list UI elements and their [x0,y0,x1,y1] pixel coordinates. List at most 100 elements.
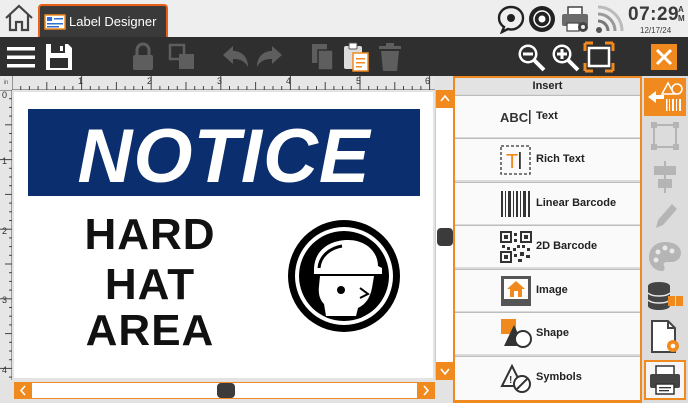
tab-label-designer[interactable]: Label Designer [38,4,168,37]
insert-item-symbols[interactable]: ! Symbols [455,356,640,400]
vertical-scroll-thumb[interactable] [437,228,453,246]
database-icon [647,282,683,310]
align-center-icon [654,161,676,193]
clock-ampm: AM [678,5,685,23]
menu-button[interactable] [5,41,37,73]
scroll-left-button[interactable] [15,383,32,398]
home-icon[interactable] [3,3,35,33]
insert-item-label: Shape [536,327,570,339]
insert-item-text[interactable]: ABC Text [455,95,640,137]
insert-tool-button[interactable] [644,78,686,116]
insert-objects-icon [648,81,683,111]
insert-item-2d-barcode[interactable]: 2D Barcode [455,225,640,267]
hamburger-menu-icon [7,47,35,68]
arrange-button[interactable] [644,118,686,156]
scroll-up-button[interactable] [436,90,454,108]
insert-item-shape[interactable]: Shape [455,312,640,354]
ruler-number: 5 [356,76,362,86]
scroll-down-button[interactable] [436,362,454,380]
chat-bubble-icon[interactable] [496,4,526,34]
insert-item-rich-text[interactable]: T Rich Text [455,138,640,180]
system-bar: Label Designer 07:29 AM 12/17/24 [0,0,688,37]
insert-item-linear-barcode[interactable]: Linear Barcode [455,182,640,224]
database-button[interactable] [644,278,686,316]
printer-settings-icon[interactable] [560,4,590,34]
insert-item-label: 2D Barcode [536,240,598,252]
ribbon-cartridge-icon[interactable] [527,4,557,34]
wifi-icon[interactable] [594,4,624,34]
app-window: Label Designer 07:29 AM 12/17/24 in 1 2 … [0,0,688,403]
insert-item-image[interactable]: Image [455,269,640,311]
fit-to-screen-button[interactable] [583,41,615,73]
label-text-line[interactable]: AREA [80,306,220,356]
save-button[interactable] [43,41,75,73]
color-button[interactable] [644,238,686,276]
clock-date: 12/17/24 [640,26,672,35]
save-disk-icon [46,44,72,70]
scroll-right-button[interactable] [417,383,434,398]
insert-item-label: Text [536,110,558,122]
ruler-number: 0 [2,90,8,100]
ruler-vertical: 0 1 2 3 4 [0,89,12,380]
group-button[interactable] [166,41,198,73]
palette-icon [649,242,681,271]
redo-button[interactable] [254,41,286,73]
insert-header: Insert [455,78,640,94]
copy-button[interactable] [307,41,339,73]
zoom-out-icon [518,44,546,72]
lock-button[interactable] [127,41,159,73]
zoom-in-button[interactable] [549,41,581,73]
label-designer-icon [44,14,66,30]
insert-item-label: Image [536,284,568,296]
horizontal-scrollbar[interactable] [14,382,435,399]
print-button[interactable] [644,360,686,400]
edit-button[interactable] [644,198,686,236]
undo-arrow-icon [223,46,248,67]
notice-text: NOTICE [77,114,371,199]
hard-hat-symbol-icon[interactable] [286,218,402,334]
notice-header[interactable]: NOTICE [28,109,420,199]
delete-button[interactable] [374,41,406,73]
horizontal-scroll-thumb[interactable] [217,383,235,398]
zoom-out-button[interactable] [515,41,547,73]
insert-item-label: Linear Barcode [536,197,617,209]
ruler-number: 2 [147,76,153,86]
label-canvas[interactable]: NOTICE HARD HAT AREA [14,92,433,378]
fit-to-screen-icon [583,41,615,73]
insert-panel: Insert ABC Text T Rich Text Linear Barco… [453,76,642,403]
svg-text:ABC: ABC [500,110,529,125]
group-objects-icon [168,43,194,69]
clock: 07:29 AM 12/17/24 [628,3,688,35]
symbols-icon: ! [500,363,531,393]
linear-barcode-icon [501,191,530,217]
align-button[interactable] [644,158,686,196]
label-text-line[interactable]: HAT [80,260,220,310]
ruler-number: 2 [2,226,8,236]
toolbar [0,37,688,76]
rich-text-icon: T [500,145,531,175]
printer-icon [650,365,680,395]
ruler-number: 1 [78,76,84,86]
qr-code-icon [500,231,532,263]
insert-item-label: Rich Text [536,153,585,165]
chevron-right-icon [423,385,430,396]
trash-icon [379,43,401,71]
tab-title: Label Designer [69,14,157,29]
ruler-corner: in [0,76,12,90]
ruler-number: 4 [2,365,8,375]
chevron-up-icon [440,94,450,102]
label-text-line[interactable]: HARD [80,210,220,260]
undo-button[interactable] [219,41,251,73]
ruler-number: 3 [217,76,223,86]
close-button[interactable] [651,44,677,70]
resize-frame-icon [651,122,679,150]
shape-icon [501,319,532,348]
chevron-down-icon [440,368,450,376]
document-settings-icon [651,320,679,353]
clock-time: 07:29 [628,4,680,25]
chevron-left-icon [19,385,26,396]
right-sidebar [642,76,688,403]
vertical-scrollbar[interactable] [435,90,454,380]
label-settings-button[interactable] [644,318,686,356]
paste-button[interactable] [340,41,372,73]
